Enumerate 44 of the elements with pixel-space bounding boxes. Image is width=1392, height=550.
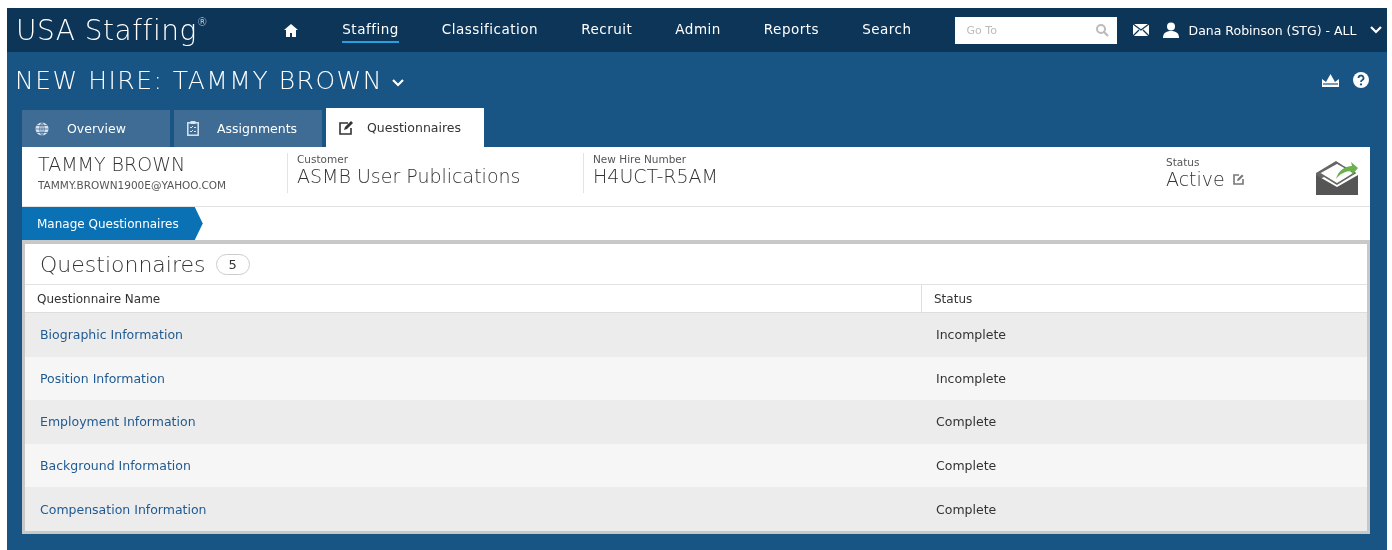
status-cell: Complete: [921, 443, 1367, 488]
user-icon[interactable]: [1162, 22, 1179, 38]
nav-link[interactable]: Reports: [763, 17, 820, 43]
field-value: H4UCT-R5AM: [593, 165, 718, 187]
breadcrumb-tab[interactable]: Manage Questionnaires: [22, 207, 203, 240]
field-label: Customer: [297, 153, 349, 165]
clipboard-icon: [187, 121, 199, 136]
help-icon[interactable]: [1353, 72, 1369, 88]
nav-link[interactable]: Recruit: [581, 17, 633, 43]
nav-link[interactable]: Search: [862, 17, 912, 43]
status-cell: Incomplete: [921, 356, 1367, 401]
field-value: ASMB User Publications: [297, 165, 522, 187]
tab[interactable]: Assignments: [174, 110, 322, 147]
app-logo[interactable]: USA Staffing$^{®}$: [16, 13, 209, 47]
page-title: NEW HIRE: TAMMY BROWN: [15, 65, 383, 95]
user-menu[interactable]: Dana Robinson (STG) - ALL: [1188, 22, 1357, 38]
field-label: New Hire Number: [593, 153, 688, 165]
crown-icon[interactable]: [1322, 73, 1339, 87]
tab[interactable]: Overview: [22, 110, 170, 147]
chevron-down-icon[interactable]: [392, 79, 404, 87]
mail-icon[interactable]: [1132, 24, 1149, 36]
globe-icon: [35, 121, 49, 136]
tab[interactable]: Questionnaires: [326, 108, 484, 147]
hire-name: TAMMY BROWN: [38, 153, 187, 175]
status-label: Status: [1166, 156, 1201, 168]
status-cell: Complete: [921, 487, 1367, 531]
questionnaire-link[interactable]: Position Information: [25, 356, 921, 401]
nav-link[interactable]: Staffing: [342, 17, 399, 43]
go-to-field[interactable]: Go To: [954, 16, 1117, 44]
hire-email: TAMMY.BROWN1900E@YAHOO.COM: [38, 179, 228, 191]
questionnaire-link[interactable]: Compensation Information: [25, 487, 921, 531]
questionnaire-link[interactable]: Biographic Information: [25, 313, 921, 357]
questionnaire-link[interactable]: Employment Information: [25, 400, 921, 444]
section-title: Questionnaires: [40, 251, 206, 277]
nav-link[interactable]: Admin: [675, 17, 721, 43]
chevron-down-icon[interactable]: [1370, 26, 1383, 34]
nav-link[interactable]: Classification: [441, 17, 539, 43]
questionnaire-link[interactable]: Background Information: [25, 443, 921, 488]
status-value: Active: [1166, 168, 1225, 190]
edit-icon: [339, 120, 354, 135]
home-icon[interactable]: [284, 23, 299, 37]
status-cell: Complete: [921, 400, 1367, 444]
status-cell: Incomplete: [921, 313, 1367, 357]
edit-icon[interactable]: [1232, 173, 1244, 185]
